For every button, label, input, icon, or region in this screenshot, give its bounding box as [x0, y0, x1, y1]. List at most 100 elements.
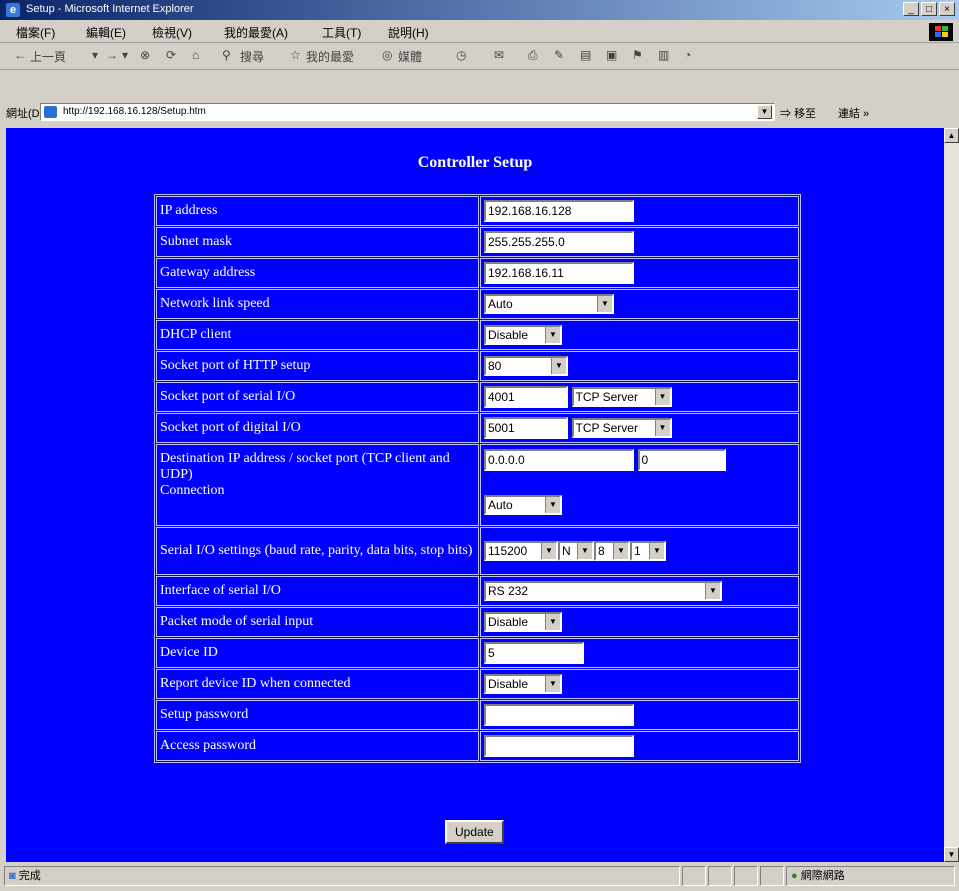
dropdown-arrow-icon[interactable]: ▾ [92, 48, 98, 62]
menu-file[interactable]: 檔案(F) [16, 24, 55, 41]
scroll-up-icon[interactable]: ▲ [944, 128, 959, 143]
minimize-button[interactable]: _ [903, 2, 919, 16]
search-icon[interactable]: ⚲ [222, 48, 231, 62]
status-text-cell: ◙ 完成 [4, 866, 680, 886]
window-title: Setup - Microsoft Internet Explorer [26, 3, 194, 15]
messenger-icon[interactable]: ▣ [606, 48, 617, 62]
go-button[interactable]: ⇒ 移至 [780, 105, 816, 121]
device-id-input[interactable]: 5 [484, 642, 584, 664]
favorites-button-label[interactable]: 我的最愛 [306, 48, 354, 65]
menu-edit[interactable]: 編輯(E) [86, 24, 126, 41]
gateway-input[interactable]: 192.168.16.11 [484, 262, 634, 284]
print-icon[interactable]: ⎙ [528, 48, 538, 63]
close-button[interactable]: × [939, 2, 955, 16]
address-dropdown-button[interactable]: ▼ [757, 105, 772, 119]
ip-address-label: IP address [156, 196, 479, 226]
status-zone-cell: ● 網際網路 [786, 866, 955, 886]
maximize-button[interactable]: □ [921, 2, 937, 16]
mail-icon[interactable]: ✉ [494, 48, 504, 62]
setup-password-label: Setup password [156, 700, 479, 730]
dhcp-value: Disable [488, 328, 529, 342]
search-button-label[interactable]: 搜尋 [240, 48, 264, 65]
status-cell-4 [760, 866, 784, 886]
chevron-down-icon: ▼ [654, 420, 670, 436]
chevron-down-icon: ▼ [551, 358, 566, 374]
forward-arrow-icon[interactable]: → [106, 48, 118, 62]
toolbar: ← 上一頁 ▾ → ▾ ⊗ ⟳ ⌂ ⚲ 搜尋 ☆ 我的最愛 ◎ 媒體 ◷ ✉ ⎙… [0, 43, 959, 70]
media-button-label[interactable]: 媒體 [398, 48, 422, 65]
stop-bits-value: 1 [634, 544, 641, 558]
status-cell-1 [682, 866, 706, 886]
parity-value: N [562, 544, 571, 558]
links-label: 連結 [838, 108, 860, 120]
vertical-scrollbar[interactable]: ▲ ▼ [944, 128, 959, 862]
chevron-down-icon: ▼ [545, 614, 560, 630]
data-bits-select[interactable]: 8 ▼ [594, 541, 630, 561]
packet-mode-select[interactable]: Disable ▼ [484, 612, 562, 632]
access-password-input[interactable] [484, 735, 634, 757]
refresh-icon[interactable]: ⟳ [166, 48, 176, 62]
address-input[interactable]: http://192.168.16.128/Setup.htm [40, 103, 775, 121]
setup-table: IP address 192.168.16.128 Subnet mask 25… [154, 194, 801, 763]
status-zone: 網際網路 [800, 870, 845, 882]
chevron-down-icon: ▼ [705, 583, 720, 599]
back-arrow-icon[interactable]: ← [14, 48, 26, 62]
title-bar: e Setup - Microsoft Internet Explorer _ … [0, 0, 959, 20]
parity-select[interactable]: N ▼ [558, 541, 594, 561]
link-speed-select[interactable]: Auto ▼ [484, 294, 614, 314]
report-id-label: Report device ID when connected [156, 669, 479, 699]
destination-ip-input[interactable]: 0.0.0.0 [484, 449, 634, 471]
link-speed-label: Network link speed [156, 289, 479, 319]
update-button[interactable]: Update [445, 820, 504, 844]
baud-rate-select[interactable]: 115200 ▼ [484, 541, 558, 561]
windows-logo-icon [929, 23, 953, 41]
menu-tools[interactable]: 工具(T) [322, 24, 361, 41]
address-url: http://192.168.16.128/Setup.htm [63, 106, 206, 117]
page-done-icon: ◙ [9, 870, 16, 882]
favorites-icon[interactable]: ☆ [290, 48, 301, 62]
data-bits-value: 8 [598, 544, 605, 558]
media-icon[interactable]: ◎ [382, 48, 392, 62]
device-id-label: Device ID [156, 638, 479, 668]
connection-value: Auto [488, 498, 513, 512]
interface-value: RS 232 [488, 584, 529, 598]
setup-password-input[interactable] [484, 704, 634, 726]
report-id-select[interactable]: Disable ▼ [484, 674, 562, 694]
scroll-down-icon[interactable]: ▼ [944, 847, 959, 862]
links-button[interactable]: 連結 » [838, 105, 869, 121]
forward-dropdown-icon[interactable]: ▾ [122, 48, 128, 62]
packet-mode-label: Packet mode of serial input [156, 607, 479, 637]
status-cell-2 [708, 866, 732, 886]
destination-port-input[interactable]: 0 [637, 449, 726, 471]
chevron-down-icon: ▼ [545, 327, 560, 343]
history-icon[interactable]: ◷ [456, 48, 466, 62]
toolbar-extra2-icon[interactable]: ◔ [684, 48, 691, 62]
back-button-label[interactable]: 上一頁 [30, 48, 66, 65]
toolbar-extra-icon[interactable]: ▥ [658, 48, 669, 62]
menu-favorites[interactable]: 我的最愛(A) [224, 24, 288, 41]
menu-help[interactable]: 說明(H) [388, 24, 429, 41]
home-icon[interactable]: ⌂ [192, 48, 199, 62]
menu-view[interactable]: 檢視(V) [152, 24, 192, 41]
ie-logo-icon: e [6, 3, 20, 17]
subnet-mask-input[interactable]: 255.255.255.0 [484, 231, 634, 253]
http-port-select[interactable]: 80 ▼ [484, 356, 568, 376]
page-icon [44, 106, 57, 118]
research-icon[interactable]: ⚑ [632, 48, 643, 62]
subnet-mask-label: Subnet mask [156, 227, 479, 257]
http-port-value: 80 [488, 359, 502, 373]
digital-port-mode-select[interactable]: TCP Server ▼ [571, 418, 672, 438]
edit-icon[interactable]: ✎ [554, 48, 564, 62]
stop-icon[interactable]: ⊗ [140, 48, 150, 62]
stop-bits-select[interactable]: 1 ▼ [630, 541, 666, 561]
serial-port-input[interactable]: 4001 [484, 386, 568, 408]
dhcp-select[interactable]: Disable ▼ [484, 325, 562, 345]
ip-address-input[interactable]: 192.168.16.128 [484, 200, 634, 222]
digital-port-input[interactable]: 5001 [484, 417, 568, 439]
discuss-icon[interactable]: ▤ [580, 48, 591, 62]
digital-port-label: Socket port of digital I/O [156, 413, 479, 443]
serial-port-mode-select[interactable]: TCP Server ▼ [571, 387, 672, 407]
chevron-down-icon: ▼ [597, 296, 612, 312]
interface-select[interactable]: RS 232 ▼ [484, 581, 722, 601]
connection-select[interactable]: Auto ▼ [484, 495, 562, 515]
